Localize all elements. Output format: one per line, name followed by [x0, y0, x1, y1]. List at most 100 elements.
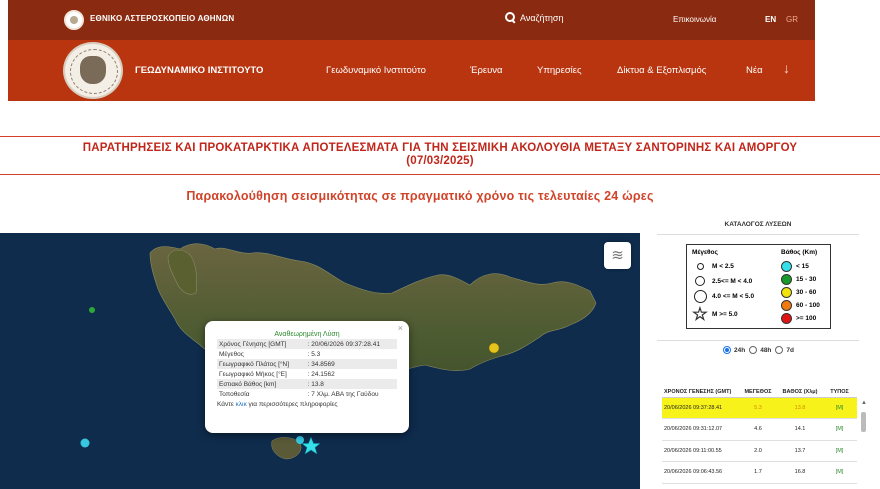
- popup-click-pre: Κάντε: [217, 401, 236, 408]
- events-header-row: ΧΡΟΝΟΣ ΓΕΝΕΣΗΣ (GMT) ΜΕΓΕΘΟΣ ΒΑΘΟΣ (Χλμ)…: [662, 375, 857, 398]
- cell-type[interactable]: [M]: [822, 461, 857, 484]
- popup-label: Χρόνος Γένησης [GMT]: [217, 339, 306, 349]
- star-icon: ☆: [691, 304, 709, 324]
- popup-value: : 5.3: [307, 350, 321, 358]
- cell-magnitude: 2.0: [738, 440, 778, 462]
- scrollbar-thumb[interactable]: [861, 412, 866, 432]
- popup-row: Χρόνος Γένησης [GMT]: 20/06/2026 09:37:2…: [217, 339, 397, 349]
- table-scrollbar[interactable]: ▲: [861, 400, 867, 489]
- search-icon: [505, 12, 516, 23]
- depth-dot-icon: [781, 261, 792, 272]
- radio-48h-label[interactable]: 48h: [760, 347, 771, 354]
- title-rule-top: [0, 136, 880, 137]
- legend-magnitude-header: Μέγεθος: [692, 249, 718, 256]
- popup-table: Χρόνος Γένησης [GMT]: 20/06/2026 09:37:2…: [217, 339, 397, 399]
- popup-title: Αναθεωρημένη Λύση: [274, 331, 340, 338]
- popup-row: Μέγεθος : 5.3: [217, 349, 397, 359]
- col-header-type[interactable]: ΤΥΠΟΣ: [822, 375, 857, 398]
- contact-link[interactable]: Επικοινωνία: [673, 15, 716, 24]
- popup-close-icon[interactable]: ×: [398, 323, 403, 333]
- nav-item-research[interactable]: Έρευνα: [470, 65, 503, 76]
- cell-type[interactable]: [M]: [822, 397, 857, 419]
- legend-mag-row: 2.5<= M < 4.0: [691, 276, 752, 286]
- event-marker-gavdos[interactable]: [296, 436, 304, 444]
- cell-magnitude: 5.3: [738, 397, 778, 419]
- depth-dot-icon: [781, 313, 792, 324]
- legend-depth-label: 30 - 60: [796, 289, 817, 296]
- observatory-logo[interactable]: [64, 10, 84, 30]
- radio-24h-label[interactable]: 24h: [734, 347, 745, 354]
- observatory-name[interactable]: ΕΘΝΙΚΟ ΑΣΤΕΡΟΣΚΟΠΕΙΟ ΑΘΗΝΩΝ: [90, 14, 234, 23]
- large-circle-icon: [693, 290, 707, 303]
- event-marker-cyan[interactable]: [80, 438, 90, 448]
- catalog-rule: [657, 234, 859, 235]
- popup-value: : 20/06/2026 09:37:28.41: [305, 339, 397, 349]
- scroll-up-icon[interactable]: ▲: [861, 400, 867, 406]
- table-row[interactable]: 20/06/2026 09:31:12.07 4.6 14.1 [M]: [662, 418, 857, 441]
- legend-depth-label: 15 - 30: [796, 276, 817, 283]
- col-header-depth[interactable]: ΒΑΘΟΣ (Χλμ): [778, 375, 822, 398]
- page-title: ΠΑΡΑΤΗΡΗΣΕΙΣ ΚΑΙ ΠΡΟΚΑΤΑΡΚΤΙΚΑ ΑΠΟΤΕΛΕΣΜ…: [0, 142, 880, 168]
- cell-time: 20/06/2026 09:06:43.56: [662, 461, 738, 484]
- depth-dot-icon: [781, 287, 792, 298]
- event-marker-green[interactable]: [89, 307, 95, 313]
- nav-item-news[interactable]: Νέα: [746, 65, 763, 76]
- cell-depth: 13.8: [778, 397, 822, 419]
- legend-depth-row: >= 100: [781, 313, 816, 324]
- title-rule-bottom: [0, 174, 880, 175]
- page: ΕΘΝΙΚΟ ΑΣΤΕΡΟΣΚΟΠΕΙΟ ΑΘΗΝΩΝ Αναζήτηση Επ…: [0, 0, 880, 489]
- nav-item-networks[interactable]: Δίκτυα & Εξοπλισμός: [617, 65, 706, 76]
- institute-logo[interactable]: [63, 42, 123, 99]
- popup-label: Τοποθεσία: [219, 390, 250, 398]
- nav-bar: ΓΕΩΔΥΝΑΜΙΚΟ ΙΝΣΤΙΤΟΥΤΟ Γεωδυναμικό Ινστι…: [8, 40, 815, 101]
- col-header-magnitude[interactable]: ΜΕΓΕΘΟΣ: [738, 375, 778, 398]
- col-header-time[interactable]: ΧΡΟΝΟΣ ΓΕΝΕΣΗΣ (GMT): [662, 375, 738, 398]
- catalog-panel: ΚΑΤΑΛΟΓΟΣ ΛΥΣΕΩΝ Μέγεθος Βάθος (Km) M < …: [657, 212, 859, 489]
- legend-box: Μέγεθος Βάθος (Km) M < 2.5 2.5<= M < 4.0…: [686, 244, 831, 329]
- table-row[interactable]: 20/06/2026 09:11:00.55 2.0 13.7 [M]: [662, 440, 857, 462]
- page-subtitle: Παρακολούθηση σεισμικότητας σε πραγματικ…: [186, 189, 654, 203]
- cell-time: 20/06/2026 09:31:12.07: [662, 418, 738, 441]
- popup-label: Εστιακό Βάθος [km]: [217, 379, 306, 389]
- popup-label: Γεωγραφικό Μήκος [°E]: [219, 370, 287, 378]
- search-label: Αναζήτηση: [520, 12, 564, 23]
- time-filter: 24h 48h 7d: [723, 346, 794, 354]
- popup-label: Γεωγραφικό Πλάτος [°N]: [217, 359, 306, 369]
- legend-depth-label: >= 100: [796, 315, 817, 322]
- radio-7d-label[interactable]: 7d: [786, 347, 794, 354]
- legend-mag-label: M < 2.5: [712, 263, 734, 270]
- legend-mag-label: 4.0 <= M < 5.0: [712, 293, 755, 300]
- cell-depth: 16.8: [778, 461, 822, 484]
- popup-label: Μέγεθος: [219, 350, 244, 358]
- depth-dot-icon: [781, 274, 792, 285]
- institute-name[interactable]: ΓΕΩΔΥΝΑΜΙΚΟ ΙΝΣΤΙΤΟΥΤΟ: [135, 65, 263, 76]
- radio-48h[interactable]: [749, 346, 758, 354]
- arrow-down-icon[interactable]: ↓: [783, 60, 790, 76]
- popup-click-link[interactable]: κλικ: [236, 401, 247, 408]
- radio-7d[interactable]: [775, 346, 784, 354]
- panel-rule: [657, 340, 859, 341]
- lang-gr-link[interactable]: GR: [786, 15, 798, 24]
- lang-en-link[interactable]: EN: [765, 15, 776, 24]
- layers-button[interactable]: ≋: [604, 242, 631, 269]
- page-title-line2: (07/03/2025): [406, 155, 474, 167]
- nav-item-geodynamic[interactable]: Γεωδυναμικό Ινστιτούτο: [326, 65, 426, 76]
- table-row[interactable]: 20/06/2026 09:37:28.41 5.3 13.8 [M]: [662, 397, 857, 419]
- cell-depth: 14.1: [778, 418, 822, 441]
- legend-mag-label: 2.5<= M < 4.0: [712, 277, 753, 285]
- radio-24h[interactable]: [723, 346, 731, 354]
- nav-item-services[interactable]: Υπηρεσίες: [537, 65, 582, 76]
- page-title-line1: ΠΑΡΑΤΗΡΗΣΕΙΣ ΚΑΙ ΠΡΟΚΑΤΑΡΚΤΙΚΑ ΑΠΟΤΕΛΕΣΜ…: [82, 142, 798, 154]
- popup-row: Τοποθεσία: 7 Χλμ. ΑΒΑ της Γαύδου: [217, 389, 397, 399]
- legend-mag-row: M < 2.5: [691, 263, 734, 270]
- popup-click-post: για περισσότερες πληροφορίες: [246, 401, 338, 408]
- cell-magnitude: 4.6: [738, 418, 778, 441]
- top-bar: ΕΘΝΙΚΟ ΑΣΤΕΡΟΣΚΟΠΕΙΟ ΑΘΗΝΩΝ Αναζήτηση Επ…: [8, 0, 815, 40]
- cell-depth: 13.7: [778, 440, 822, 462]
- cell-type[interactable]: [M]: [822, 440, 857, 462]
- event-marker-yellow[interactable]: [488, 342, 500, 354]
- search-button[interactable]: Αναζήτηση: [505, 12, 563, 23]
- table-row[interactable]: 20/06/2026 09:06:43.56 1.7 16.8 [M]: [662, 461, 857, 484]
- cell-type[interactable]: [M]: [822, 418, 857, 441]
- popup-row: Εστιακό Βάθος [km]: 13.8: [217, 379, 397, 389]
